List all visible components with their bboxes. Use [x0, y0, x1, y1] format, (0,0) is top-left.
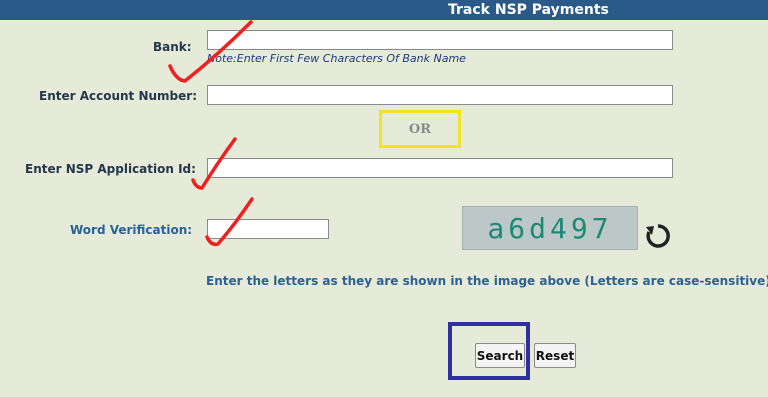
bank-input[interactable] — [207, 30, 673, 50]
page-title: Track NSP Payments — [448, 2, 609, 18]
word-verification-label: Word Verification: — [70, 223, 193, 237]
application-id-input[interactable] — [207, 158, 673, 178]
application-id-label: Enter NSP Application Id: — [25, 162, 196, 176]
captcha-image: a6d497 — [462, 206, 638, 250]
or-separator-highlight: OR — [379, 110, 461, 148]
refresh-icon[interactable] — [643, 221, 673, 251]
bank-note: Note:Enter First Few Characters Of Bank … — [207, 52, 466, 65]
or-separator: OR — [408, 121, 432, 137]
word-verification-input[interactable] — [207, 219, 329, 239]
account-number-label: Enter Account Number: — [39, 89, 198, 103]
search-button[interactable]: Search — [475, 343, 525, 368]
reset-button[interactable]: Reset — [534, 343, 576, 368]
bank-label: Bank: — [153, 40, 192, 54]
captcha-instruction: Enter the letters as they are shown in t… — [206, 274, 768, 288]
captcha-text: a6d497 — [487, 211, 613, 245]
header-bar: Track NSP Payments — [0, 0, 768, 20]
account-number-input[interactable] — [207, 85, 673, 105]
